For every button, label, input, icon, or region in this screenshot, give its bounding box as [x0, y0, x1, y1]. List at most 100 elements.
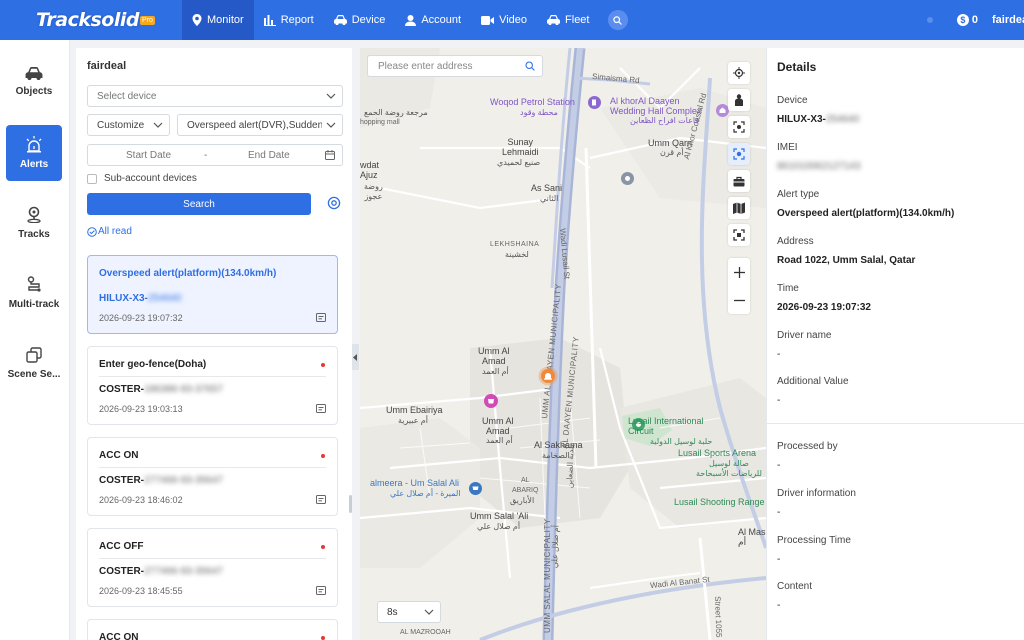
- imei-masked: 861010062127143: [777, 161, 861, 172]
- street-view-button[interactable]: [728, 89, 750, 111]
- device-id-masked: 254640: [147, 293, 182, 304]
- alert-location-marker[interactable]: [538, 366, 558, 386]
- sidebar-item-label: Multi-track: [8, 299, 60, 310]
- balance-value[interactable]: 0: [972, 14, 978, 26]
- alert-card[interactable]: ACC OFF COSTER-277466-93-35647 2026-09-2…: [87, 528, 338, 607]
- locate-button[interactable]: [728, 62, 750, 84]
- zoom-controls: [728, 258, 750, 314]
- cart-icon[interactable]: [469, 482, 482, 495]
- map-place-label: wdat Ajuz: [360, 160, 380, 180]
- imei-label: IMEI: [777, 142, 798, 153]
- sub-account-row: Sub-account devices: [87, 173, 197, 184]
- map-place-label: Umm Al Amad: [482, 416, 514, 436]
- device-label: Device: [777, 95, 808, 106]
- nav-device[interactable]: Device: [324, 0, 396, 40]
- toolbox-button[interactable]: [728, 170, 750, 192]
- nav-account[interactable]: Account: [395, 0, 471, 40]
- capture-button[interactable]: [728, 116, 750, 138]
- alert-card-title: Enter geo-fence(Doha): [99, 359, 207, 370]
- alert-card-title: ACC OFF: [99, 541, 144, 552]
- panel-scrollbar[interactable]: [349, 495, 352, 513]
- map-poi-label: Lusail Sports Arena: [678, 448, 757, 458]
- driver-name-value: -: [777, 349, 781, 360]
- device-select[interactable]: Select device: [87, 85, 343, 107]
- location-icon: [27, 206, 41, 223]
- alert-card[interactable]: Enter geo-fence(Doha) COSTER-186386-93-3…: [87, 346, 338, 425]
- global-search-button[interactable]: [607, 10, 628, 30]
- address-placeholder: Please enter address: [378, 60, 473, 72]
- map-place-label: AL MAZROOAH: [400, 629, 451, 636]
- nav-account-label: Account: [421, 14, 462, 26]
- card-divider: [99, 467, 326, 468]
- map-place-label: AL ABARIQ: [512, 477, 539, 494]
- landmark-icon[interactable]: [621, 172, 634, 185]
- address-search-input[interactable]: Please enter address: [367, 55, 543, 77]
- coin-icon: $: [956, 14, 969, 26]
- panel-collapse-tab[interactable]: [352, 344, 359, 370]
- shopping-icon[interactable]: [484, 394, 498, 408]
- sub-account-checkbox[interactable]: [87, 173, 97, 184]
- playback-speed-select[interactable]: 8s: [377, 601, 441, 623]
- sidebar-item-objects[interactable]: Objects: [6, 54, 62, 110]
- nav-report[interactable]: Report: [254, 0, 324, 40]
- device-prefix: COSTER-: [99, 475, 144, 486]
- content-label: Content: [777, 581, 813, 592]
- search-icon: [525, 61, 535, 71]
- map-layers-button[interactable]: [728, 197, 750, 219]
- alert-card-title: ACC ON: [99, 632, 139, 640]
- map-poi-label: Lusail Shooting Range: [674, 497, 765, 507]
- zoom-in-button[interactable]: [728, 258, 750, 286]
- note-icon[interactable]: [316, 495, 326, 505]
- map-view[interactable]: Simaisma Rd Woqod Petrol Station محطة وق…: [360, 48, 766, 640]
- alert-card[interactable]: ACC ON: [87, 619, 338, 640]
- map-place-label: الأباريق: [510, 496, 535, 505]
- note-icon[interactable]: [316, 586, 326, 596]
- end-date-field[interactable]: End Date: [248, 150, 290, 161]
- map-road-label: أم صلال علي: [550, 524, 561, 569]
- video-icon: [481, 15, 495, 25]
- nav-monitor[interactable]: Monitor: [182, 0, 254, 40]
- search-button[interactable]: Search: [87, 193, 311, 215]
- zoom-out-button[interactable]: [728, 286, 750, 314]
- sidebar-item-scene-settings[interactable]: Scene Se...: [6, 335, 62, 391]
- all-read-link[interactable]: All read: [87, 226, 132, 237]
- sidebar-item-tracks[interactable]: Tracks: [6, 195, 62, 251]
- alert-type-select[interactable]: Overspeed alert(DVR),Sudden Ac: [177, 114, 343, 136]
- note-icon[interactable]: [316, 404, 326, 414]
- processed-by-value: -: [777, 460, 781, 471]
- fuel-station-icon[interactable]: [588, 96, 601, 109]
- map-label: hopping mall: [360, 119, 400, 126]
- notification-dot[interactable]: [926, 17, 933, 23]
- username[interactable]: fairdeal: [992, 14, 1024, 26]
- card-divider: [99, 558, 326, 559]
- note-icon[interactable]: [316, 313, 326, 323]
- nav-device-label: Device: [351, 14, 386, 26]
- sidebar-item-alerts[interactable]: Alerts: [6, 125, 62, 181]
- start-date-field[interactable]: Start Date: [126, 150, 171, 161]
- alarm-icon: [26, 136, 42, 153]
- nav-video-label: Video: [499, 14, 528, 26]
- sub-account-label: Sub-account devices: [104, 173, 197, 184]
- details-divider: [767, 423, 1024, 424]
- additional-value-label: Additional Value: [777, 376, 849, 387]
- fullscreen-button[interactable]: [728, 224, 750, 246]
- alert-category-select[interactable]: Customize: [87, 114, 170, 136]
- map-place-label: Umm Ebairiya: [386, 405, 443, 415]
- alert-card[interactable]: ACC ON COSTER-277466-93-35647 2026-09-23…: [87, 437, 338, 516]
- chevron-down-icon: [424, 609, 434, 615]
- brand-logo[interactable]: Tracksolid Pro: [0, 0, 170, 40]
- fence-button[interactable]: [728, 143, 750, 165]
- nav-video[interactable]: Video: [471, 0, 537, 40]
- nav-fleet[interactable]: Fleet: [537, 0, 599, 40]
- device-id-masked: 254640: [825, 114, 860, 125]
- calendar-icon: [325, 150, 335, 160]
- sidebar-item-multi-track[interactable]: Multi-track: [6, 265, 62, 321]
- nav-report-label: Report: [280, 14, 314, 26]
- alert-category-value: Customize: [97, 119, 145, 131]
- device-select-value: Select device: [97, 90, 157, 102]
- bar-chart-icon: [263, 14, 276, 26]
- alert-card[interactable]: Overspeed alert(platform)(134.0km/h) HIL…: [87, 255, 338, 334]
- gear-icon[interactable]: [327, 196, 341, 210]
- date-range-picker[interactable]: Start Date - End Date: [87, 144, 343, 166]
- map-place-label: صنيع لحميدي: [497, 158, 541, 167]
